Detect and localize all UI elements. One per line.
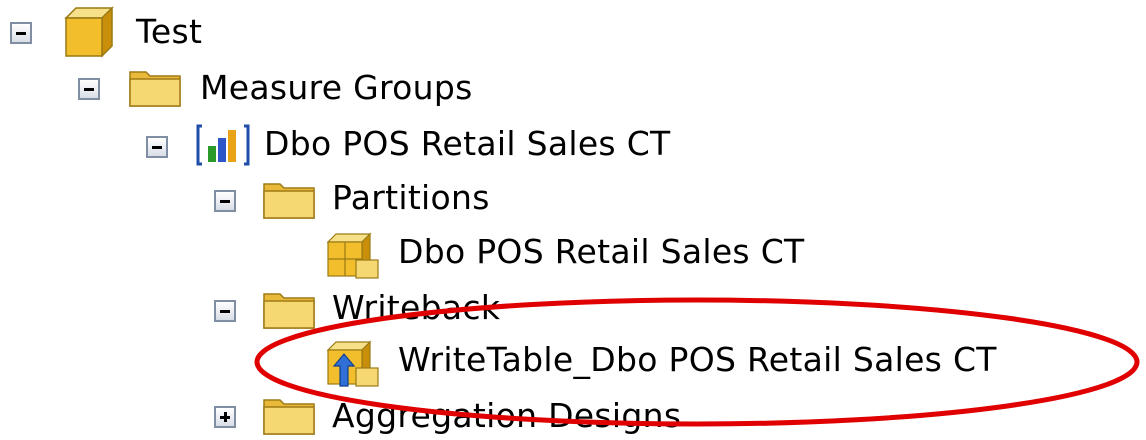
collapse-toggle-writeback[interactable]	[214, 300, 236, 322]
writeback-partition-icon	[326, 338, 384, 394]
cube-icon	[64, 6, 114, 62]
bar-chart-icon	[196, 122, 250, 172]
tree-node-measure-groups-label[interactable]: Measure Groups	[200, 68, 473, 108]
collapse-toggle-partitions[interactable]	[214, 190, 236, 212]
tree-node-aggregation-designs-label[interactable]: Aggregation Designs	[332, 396, 681, 436]
collapse-toggle-measure-group[interactable]	[146, 136, 168, 158]
collapse-toggle-test[interactable]	[10, 22, 32, 44]
tree-node-partition-item-label[interactable]: Dbo POS Retail Sales CT	[398, 232, 805, 272]
tree-node-measure-group-label[interactable]: Dbo POS Retail Sales CT	[264, 124, 671, 164]
expand-toggle-aggregation-designs[interactable]	[214, 406, 236, 428]
tree-node-writeback-item-label[interactable]: WriteTable_Dbo POS Retail Sales CT	[398, 340, 997, 380]
folder-icon	[128, 66, 182, 112]
tree-node-writeback-label[interactable]: Writeback	[332, 288, 500, 328]
tree-node-partitions-label[interactable]: Partitions	[332, 178, 490, 218]
partition-icon	[326, 230, 384, 286]
folder-icon	[262, 288, 316, 334]
tree-view: Test Measure Groups Dbo POS Retail Sales…	[0, 0, 1146, 436]
tree-node-test-label[interactable]: Test	[136, 12, 202, 52]
folder-icon	[262, 178, 316, 224]
collapse-toggle-measure-groups[interactable]	[78, 78, 100, 100]
folder-icon	[262, 394, 316, 440]
